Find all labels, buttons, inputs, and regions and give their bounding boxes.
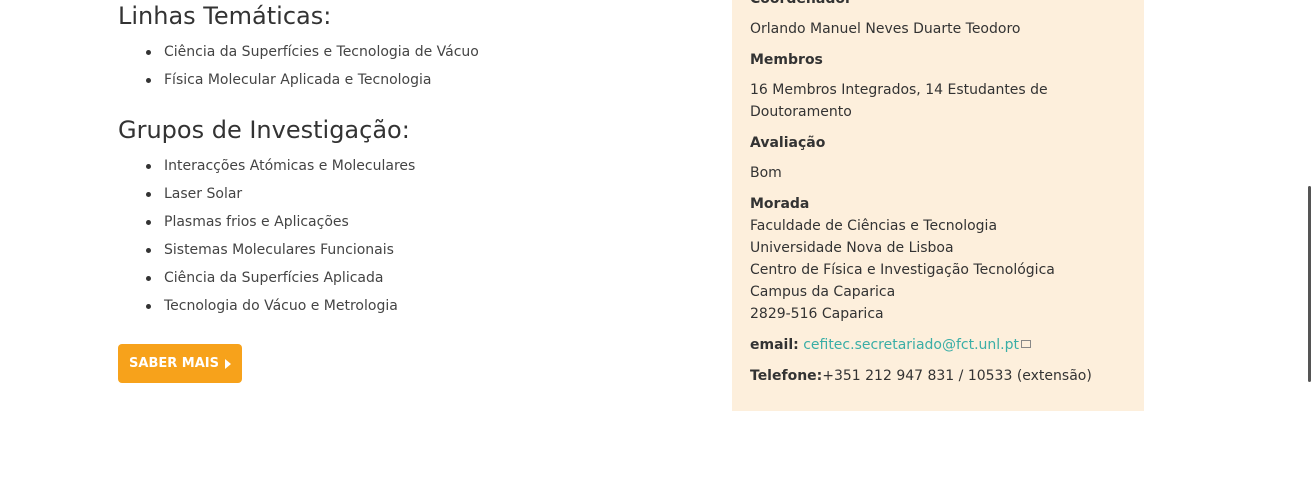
list-item: Tecnologia do Vácuo e Metrologia (145, 292, 415, 320)
email-row: email: cefitec.secretariado@fct.unl.pt (750, 334, 1130, 356)
morada-line: Universidade Nova de Lisboa (750, 240, 954, 256)
list-item: Ciência da Superfícies e Tecnologia de V… (146, 38, 479, 66)
list-item: Plasmas frios e Aplicações (145, 208, 415, 236)
telefone-label: Telefone: (750, 368, 823, 384)
page: Linhas Temáticas: Ciência da Superfícies… (0, 0, 1311, 494)
coordenador-label: Coordenador (750, 0, 1130, 10)
saber-mais-button[interactable]: SABER MAIS (118, 344, 242, 383)
caret-right-icon (224, 358, 231, 369)
avaliacao-value: Bom (750, 165, 782, 181)
coordenador-value: Orlando Manuel Neves Duarte Teodoro (750, 21, 1021, 37)
email-link[interactable]: cefitec.secretariado@fct.unl.pt (803, 337, 1019, 353)
saber-mais-label: SABER MAIS (129, 356, 219, 371)
morada-label: Morada (750, 196, 810, 212)
morada-line: 2829-516 Caparica (750, 306, 884, 322)
membros-label: Membros (750, 52, 823, 68)
linhas-tematicas-list: Ciência da Superfícies e Tecnologia de V… (146, 38, 479, 94)
list-item: Ciência da Superfícies Aplicada (145, 264, 415, 292)
grupos-investigacao-heading: Grupos de Investigação: (118, 116, 410, 144)
telefone-row: Telefone:+351 212 947 831 / 10533 (exten… (750, 365, 1130, 387)
linhas-tematicas-heading: Linhas Temáticas: (118, 2, 332, 30)
list-item: Interacções Atómicas e Moleculares (145, 152, 415, 180)
email-label: email: (750, 337, 799, 353)
list-item: Física Molecular Aplicada e Tecnologia (146, 66, 479, 94)
list-item: Sistemas Moleculares Funcionais (145, 236, 415, 264)
morada-line: Centro de Física e Investigação Tecnológ… (750, 262, 1055, 278)
membros-value: 16 Membros Integrados, 14 Estudantes de … (750, 82, 1048, 120)
list-item: Laser Solar (145, 180, 415, 208)
mail-icon (1021, 340, 1032, 348)
grupos-investigacao-list: Interacções Atómicas e Moleculares Laser… (145, 152, 415, 320)
telefone-value: +351 212 947 831 / 10533 (extensão) (822, 368, 1092, 384)
avaliacao-label: Avaliação (750, 135, 826, 151)
info-panel: Coordenador Orlando Manuel Neves Duarte … (732, 0, 1144, 411)
morada-line: Campus da Caparica (750, 284, 896, 300)
morada-line: Faculdade de Ciências e Tecnologia (750, 218, 998, 234)
